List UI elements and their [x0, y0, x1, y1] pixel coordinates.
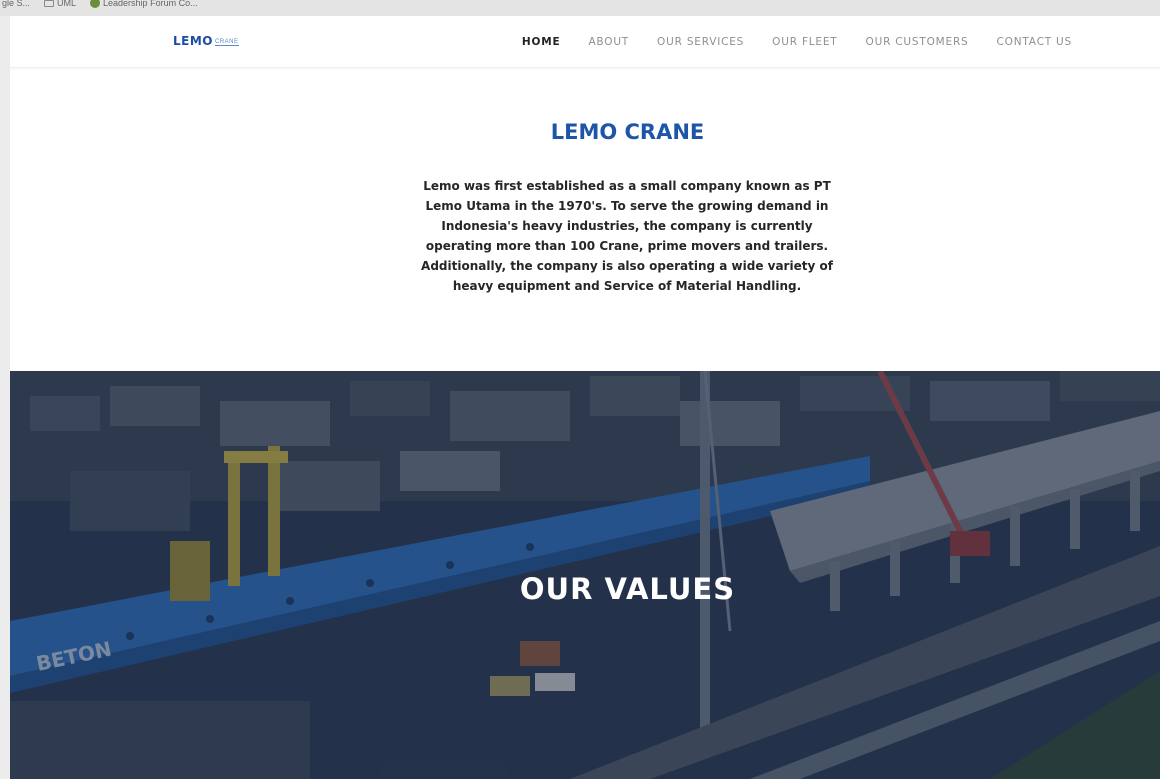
folder-icon [44, 0, 55, 7]
logo-text: LEMO [173, 34, 213, 48]
main-nav: HOME ABOUT OUR SERVICES OUR FLEET OUR CU… [522, 36, 1072, 48]
bookmark-item[interactable]: UML [44, 0, 76, 8]
intro-paragraph: Lemo was first established as a small co… [421, 179, 833, 293]
globe-icon [90, 0, 101, 8]
intro-title: LEMO CRANE [550, 120, 705, 144]
nav-item-contact-us[interactable]: CONTACT US [997, 36, 1072, 48]
logo-subtext: CRANE [215, 39, 239, 46]
web-page: LEMO CRANE HOME ABOUT OUR SERVICES OUR F… [10, 16, 1160, 779]
hero-title: OUR VALUES [519, 572, 736, 606]
nav-item-our-customers[interactable]: OUR CUSTOMERS [866, 36, 969, 48]
nav-item-our-services[interactable]: OUR SERVICES [657, 36, 744, 48]
site-logo[interactable]: LEMO CRANE [173, 34, 239, 48]
window-frame [0, 16, 10, 779]
navbar: LEMO CRANE HOME ABOUT OUR SERVICES OUR F… [10, 16, 1160, 68]
values-hero: BETON OUR VALUES [10, 371, 1160, 779]
bookmarks-bar: gle S... UML Leadership Forum Co... [0, 0, 1160, 16]
bookmark-item[interactable]: Leadership Forum Co... [90, 0, 198, 8]
nav-item-our-fleet[interactable]: OUR FLEET [772, 36, 837, 48]
bookmark-item[interactable]: gle S... [2, 0, 30, 8]
nav-item-about[interactable]: ABOUT [588, 36, 629, 48]
nav-item-home[interactable]: HOME [522, 36, 561, 48]
